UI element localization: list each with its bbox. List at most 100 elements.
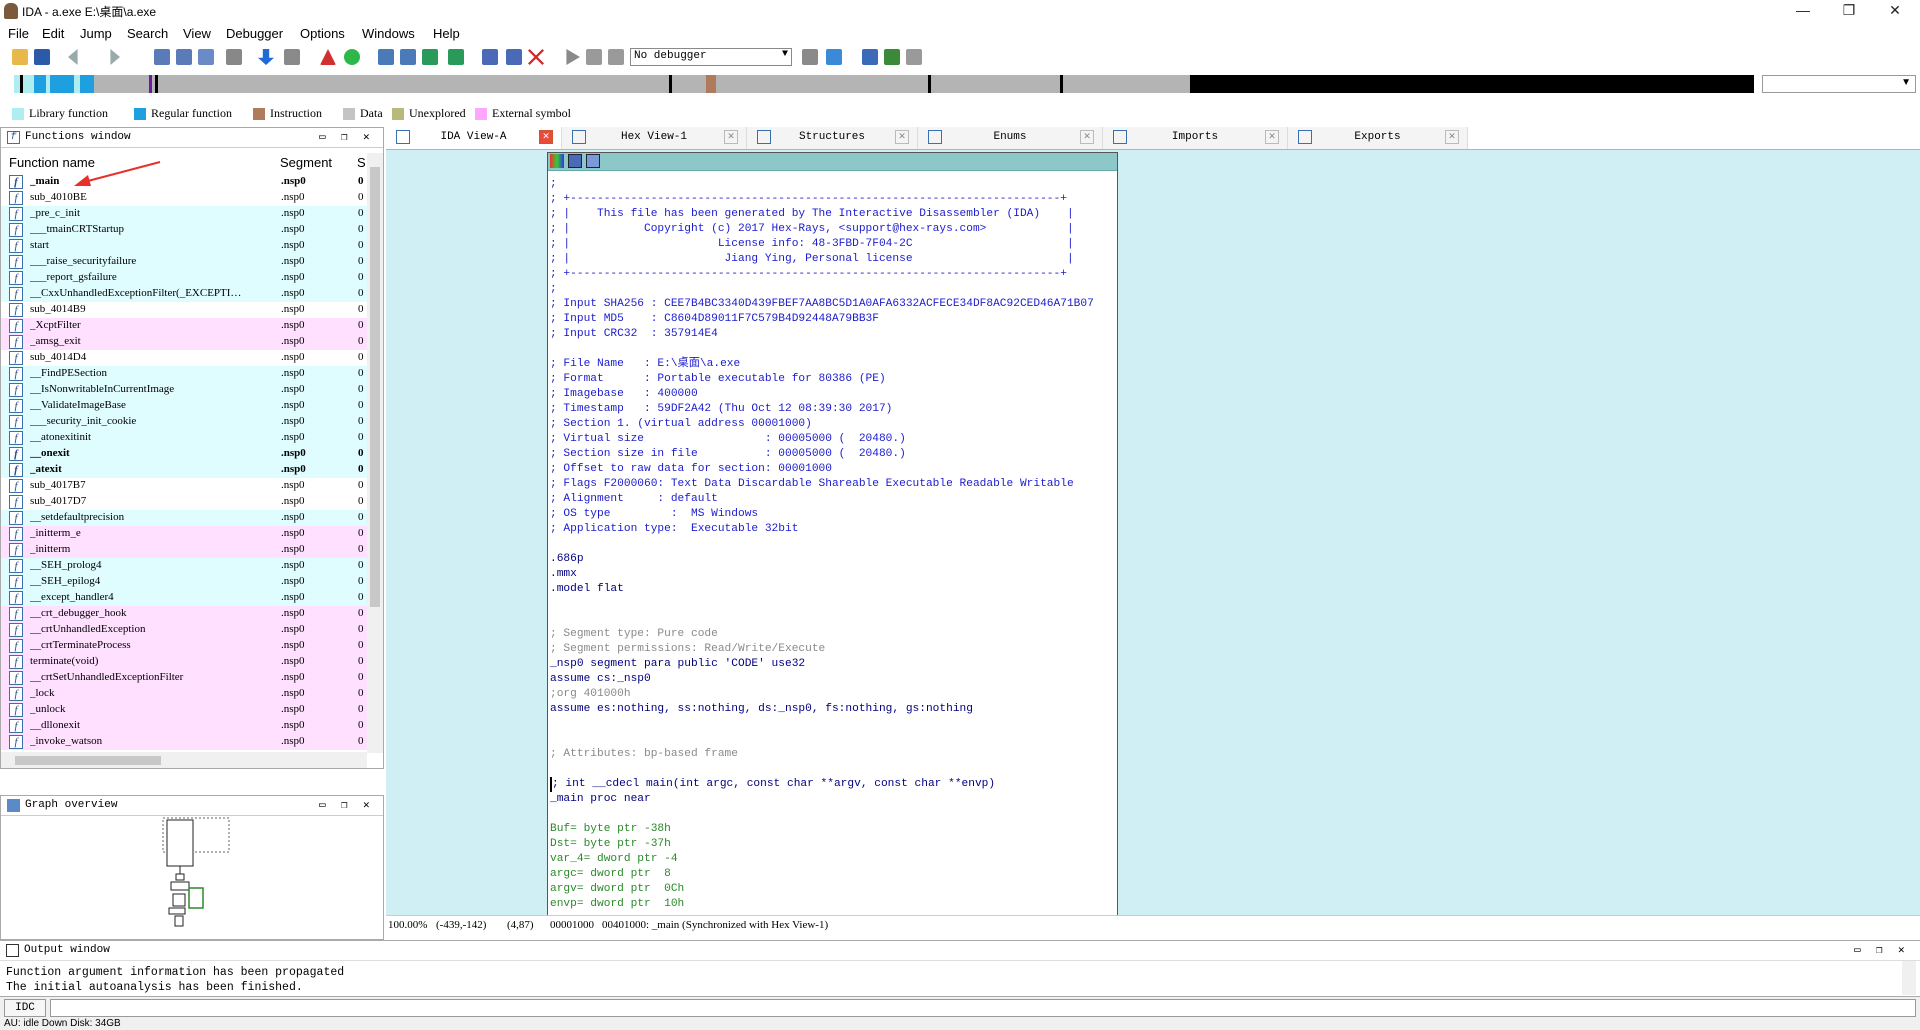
code-line[interactable]: envp= dword ptr 10h [550,897,1117,912]
code-line[interactable]: ; Segment type: Pure code [550,627,1117,642]
function-row[interactable]: f __SEH_epilog4 .nsp0 0 [1,574,367,590]
code-line[interactable]: ; Section 1. (virtual address 00001000) [550,417,1117,432]
menu-help[interactable]: Help [433,26,460,41]
function-row[interactable]: f sub_4010BE .nsp0 0 [1,190,367,206]
close-panel-icon[interactable]: ✕ [363,798,370,812]
analyze-icon[interactable] [320,49,336,65]
tab-enums[interactable]: Enums ✕ [918,127,1103,149]
output-scrollbar[interactable] [1902,961,1916,995]
function-row[interactable]: f sub_4014D4 .nsp0 0 [1,350,367,366]
function-row[interactable]: f __FindPESection .nsp0 0 [1,366,367,382]
tab-structures[interactable]: Structures ✕ [747,127,918,149]
code-line[interactable]: _main proc near [550,792,1117,807]
breakpoint-icon[interactable] [884,49,900,65]
jump-down-icon[interactable] [258,49,274,65]
close-window-button[interactable]: ✕ [1872,0,1918,22]
function-row[interactable]: f terminate(void) .nsp0 0 [1,654,367,670]
code-line[interactable] [550,597,1117,612]
code-line[interactable]: ; Flags F2000060: Text Data Discardable … [550,477,1117,492]
code-line[interactable]: ; Offset to raw data for section: 000010… [550,462,1117,477]
code-line[interactable]: argc= dword ptr 8 [550,867,1117,882]
code-line[interactable]: ; Segment permissions: Read/Write/Execut… [550,642,1117,657]
function-row[interactable]: f __onexit .nsp0 0 [1,446,367,462]
function-row[interactable]: f __crt_debugger_hook .nsp0 0 [1,606,367,622]
command-input[interactable] [50,999,1916,1017]
cut-icon[interactable] [284,49,300,65]
function-row[interactable]: f __SEH_prolog4 .nsp0 0 [1,558,367,574]
sync-icon[interactable] [826,49,842,65]
code-line[interactable]: ; Format : Portable executable for 80386… [550,372,1117,387]
code-line[interactable]: ; | This file has been generated by The … [550,207,1117,222]
code-line[interactable]: ; Application type: Executable 32bit [550,522,1117,537]
code-line[interactable]: ; File Name : E:\桌面\a.exe [550,357,1117,372]
col-s[interactable]: S [357,155,366,170]
scrollbar-thumb[interactable] [370,167,380,607]
tab-hex-view-1[interactable]: Hex View-1 ✕ [562,127,747,149]
code-line[interactable]: ; [550,177,1117,192]
close-panel-icon[interactable]: ✕ [1898,943,1905,957]
minimize-button[interactable]: — [1780,0,1826,22]
menu-view[interactable]: View [183,26,211,41]
attach-icon[interactable] [802,49,818,65]
graph-icon[interactable] [378,49,394,65]
function-row[interactable]: f ___report_gsfailure .nsp0 0 [1,270,367,286]
function-row[interactable]: f _lock .nsp0 0 [1,686,367,702]
function-row[interactable]: f sub_4017D7 .nsp0 0 [1,494,367,510]
code-line[interactable]: ; Input MD5 : C8604D89011F7C579B4D92448A… [550,312,1117,327]
menu-file[interactable]: File [8,26,29,41]
function-row[interactable]: f sub_4017B7 .nsp0 0 [1,478,367,494]
function-row[interactable]: f start .nsp0 0 [1,238,367,254]
menu-search[interactable]: Search [127,26,168,41]
print-icon[interactable] [226,49,242,65]
debugger-select[interactable]: No debugger ▼ [630,48,792,66]
menu-debugger[interactable]: Debugger [226,26,283,41]
function-row[interactable]: f __setdefaultprecision .nsp0 0 [1,510,367,526]
code-line[interactable] [550,717,1117,732]
watch-icon[interactable] [906,49,922,65]
code-line[interactable]: Dst= byte ptr -37h [550,837,1117,852]
graph-thumbnail[interactable] [151,816,241,936]
code-line[interactable]: ; Section size in file : 00005000 ( 2048… [550,447,1117,462]
function-row[interactable]: f _XcptFilter .nsp0 0 [1,318,367,334]
add-node-icon[interactable] [422,49,438,65]
maximize-panel-icon[interactable]: ▭ [319,798,326,812]
function-row[interactable]: f __crtUnhandledException .nsp0 0 [1,622,367,638]
code-line[interactable]: ; | License info: 48-3FBD-7F04-2C | [550,237,1117,252]
function-row[interactable]: f ___security_init_cookie .nsp0 0 [1,414,367,430]
maximize-panel-icon[interactable]: ▭ [1854,943,1861,957]
function-row[interactable]: f __atonexitinit .nsp0 0 [1,430,367,446]
code-line[interactable]: ; Alignment : default [550,492,1117,507]
code-line[interactable]: ; | Copyright (c) 2017 Hex-Rays, <suppor… [550,222,1117,237]
nav-combo[interactable]: ▼ [1762,75,1916,93]
code-line[interactable]: ; Virtual size : 00005000 ( 20480.) [550,432,1117,447]
tab-imports[interactable]: Imports ✕ [1103,127,1288,149]
menu-windows[interactable]: Windows [362,26,415,41]
function-row[interactable]: f __crtTerminateProcess .nsp0 0 [1,638,367,654]
function-row[interactable]: f __IsNonwritableInCurrentImage .nsp0 0 [1,382,367,398]
function-row[interactable]: f _amsg_exit .nsp0 0 [1,334,367,350]
code-line[interactable]: .686p [550,552,1117,567]
layout-icon[interactable] [448,49,464,65]
col-segment[interactable]: Segment [280,155,332,170]
tab-ida-view-a[interactable]: IDA View-A ✕ [386,127,562,149]
close-panel-icon[interactable]: ✕ [363,130,370,144]
menu-options[interactable]: Options [300,26,345,41]
code-line[interactable] [550,612,1117,627]
function-row[interactable]: f _atexit .nsp0 0 [1,462,367,478]
float-panel-icon[interactable]: ❐ [1876,943,1883,957]
menu-jump[interactable]: Jump [80,26,112,41]
code-line[interactable] [550,732,1117,747]
color-icon[interactable] [550,154,564,168]
save-icon[interactable] [34,49,50,65]
code-line[interactable]: assume cs:_nsp0 [550,672,1117,687]
code-line[interactable]: ;org 401000h [550,687,1117,702]
function-row[interactable]: f _main .nsp0 0 [1,174,367,190]
function-row[interactable]: f __dllonexit .nsp0 0 [1,718,367,734]
navigation-band[interactable] [14,75,1754,93]
code-line[interactable]: Buf= byte ptr -38h [550,822,1117,837]
function-row[interactable]: f ___raise_securityfailure .nsp0 0 [1,254,367,270]
code-line[interactable]: .model flat [550,582,1117,597]
code-line[interactable]: ; Input SHA256 : CEE7B4BC3340D439FBEF7AA… [550,297,1117,312]
xrefs-icon[interactable] [482,49,498,65]
code-line[interactable]: ; +-------------------------------------… [550,192,1117,207]
